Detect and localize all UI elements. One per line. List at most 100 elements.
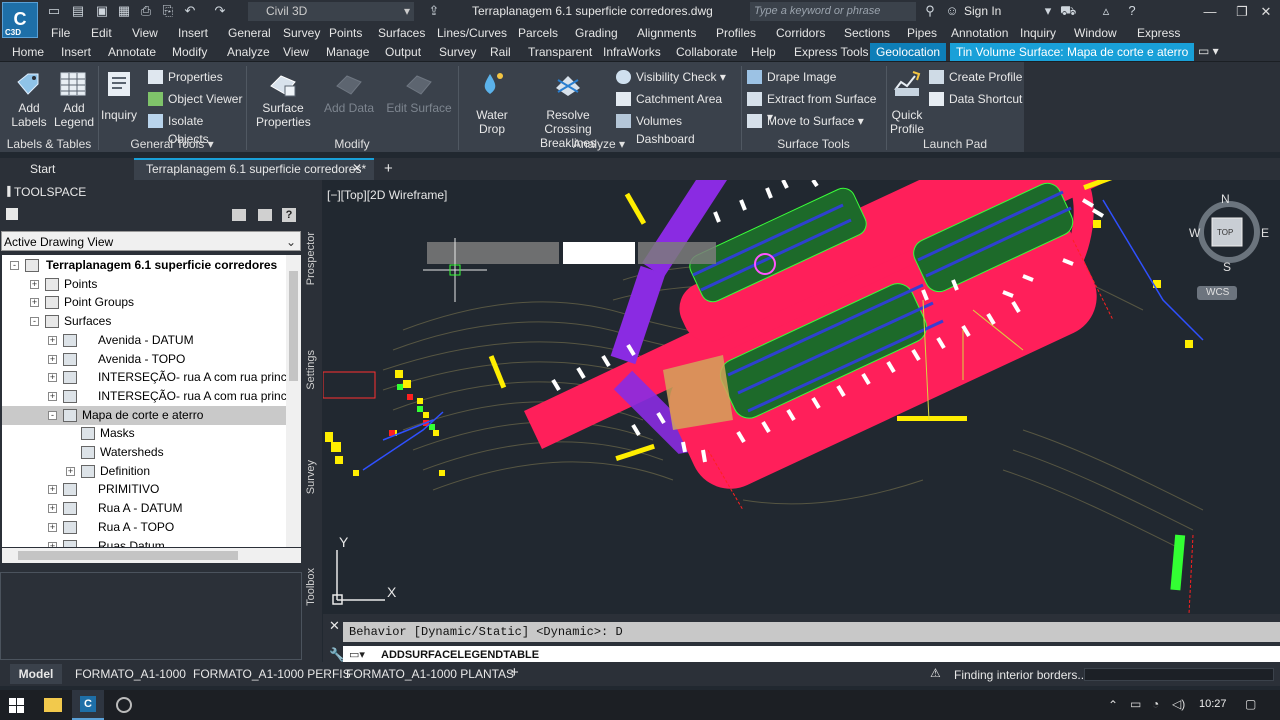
visibility-check-button[interactable]: Visibility Check ▾: [616, 68, 738, 86]
scrollbar-thumb[interactable]: [289, 271, 298, 381]
tab-modify[interactable]: Modify: [172, 45, 207, 59]
menu-annotation[interactable]: Annotation: [951, 26, 1008, 40]
tree-item[interactable]: + Point Groups: [2, 293, 286, 312]
tab-transparent[interactable]: Transparent: [528, 45, 592, 59]
drawing-viewport[interactable]: [−][Top][2D Wireframe] N S E W TOP WCS Y…: [323, 180, 1280, 614]
tab-view[interactable]: View: [283, 45, 309, 59]
windows-start-icon[interactable]: [9, 698, 24, 713]
viewport-controls-label[interactable]: [−][Top][2D Wireframe]: [327, 188, 447, 202]
isolate-objects-button[interactable]: Isolate Objects: [148, 112, 244, 146]
panel-title-labels-tables[interactable]: Labels & Tables: [0, 137, 98, 152]
list-view-icon[interactable]: [258, 209, 272, 221]
layout-tab-perfis[interactable]: FORMATO_A1-1000 PERFIS: [193, 667, 351, 681]
menu-alignments[interactable]: Alignments: [637, 26, 696, 40]
menu-sections[interactable]: Sections: [844, 26, 890, 40]
obs-icon[interactable]: [116, 697, 132, 713]
minimize-button[interactable]: —: [1196, 2, 1224, 21]
add-layout-icon[interactable]: +: [510, 664, 519, 681]
tree-item[interactable]: + PRIMITIVO: [2, 480, 286, 499]
user-icon[interactable]: ☺: [944, 3, 960, 19]
tab-tin-volume-surface[interactable]: Tin Volume Surface: Mapa de corte e ater…: [950, 43, 1195, 61]
tree-item[interactable]: Masks: [2, 424, 286, 443]
tab-annotate[interactable]: Annotate: [108, 45, 156, 59]
app-logo[interactable]: C C3D: [2, 2, 38, 38]
create-profile-button[interactable]: Create Profile: [929, 68, 1023, 86]
chevron-down-icon[interactable]: ▾: [1040, 3, 1056, 19]
edit-surface-button[interactable]: Edit Surface: [386, 68, 452, 132]
save-icon[interactable]: ▣: [94, 3, 110, 19]
expand-icon[interactable]: +: [48, 335, 57, 345]
extract-from-surface-button[interactable]: Extract from Surface ▾: [747, 90, 883, 124]
expand-icon[interactable]: +: [48, 373, 57, 383]
add-labels-button[interactable]: Add Labels: [10, 68, 47, 132]
menu-corridors[interactable]: Corridors: [776, 26, 825, 40]
command-prompt-icon[interactable]: ▭▾: [349, 648, 365, 661]
layout-tab-formato[interactable]: FORMATO_A1-1000: [75, 667, 186, 681]
open-icon[interactable]: ▤: [70, 3, 86, 19]
tab-collaborate[interactable]: Collaborate: [676, 45, 737, 59]
expand-icon[interactable]: +: [48, 522, 57, 532]
quick-profile-button[interactable]: Quick Profile: [888, 68, 926, 136]
tab-express-tools[interactable]: Express Tools: [794, 45, 868, 59]
menu-survey[interactable]: Survey: [283, 26, 320, 40]
exchange-icon[interactable]: ▵: [1098, 3, 1114, 19]
tree-item[interactable]: + Points: [2, 275, 286, 294]
new-tab-icon[interactable]: +: [384, 160, 393, 177]
model-tab[interactable]: Model: [10, 664, 62, 684]
expand-icon[interactable]: +: [48, 504, 57, 514]
add-data-button[interactable]: Add Data: [322, 68, 376, 132]
tab-survey[interactable]: Survey: [439, 45, 476, 59]
workspace-select[interactable]: Civil 3D ▾: [248, 2, 414, 21]
undo-icon[interactable]: ↶: [182, 3, 198, 19]
menu-grading[interactable]: Grading: [575, 26, 618, 40]
active-document-tab[interactable]: Terraplanagem 6.1 superficie corredores*…: [134, 158, 374, 180]
volume-icon[interactable]: ◁): [1172, 697, 1185, 711]
toolspace-icon[interactable]: [6, 208, 18, 220]
tree-item[interactable]: + Definition: [2, 462, 286, 481]
network-icon[interactable]: ◔: [1152, 697, 1159, 711]
share-icon[interactable]: ⇪: [426, 3, 442, 19]
surface-properties-button[interactable]: Surface Properties: [256, 68, 311, 132]
panel-title-surface-tools[interactable]: Surface Tools: [741, 137, 886, 152]
search-input[interactable]: Type a keyword or phrase: [750, 2, 916, 21]
collapse-icon[interactable]: -: [30, 317, 39, 327]
tab-infraworks[interactable]: InfraWorks: [603, 45, 661, 59]
notifications-icon[interactable]: ▢: [1245, 697, 1256, 711]
tab-home[interactable]: Home: [12, 45, 44, 59]
resolve-crossing-breaklines-button[interactable]: Resolve Crossing Breaklines: [524, 68, 612, 150]
object-viewer-button[interactable]: Object Viewer: [148, 90, 244, 108]
menu-general[interactable]: General: [228, 26, 271, 40]
tab-geolocation[interactable]: Geolocation: [870, 43, 947, 61]
tab-settings[interactable]: Settings: [305, 350, 317, 390]
plot-icon[interactable]: ⎙: [138, 3, 154, 19]
scrollbar-thumb[interactable]: [18, 551, 238, 560]
menu-express[interactable]: Express: [1137, 26, 1180, 40]
panel-title-modify[interactable]: Modify: [246, 137, 458, 152]
menu-pipes[interactable]: Pipes: [907, 26, 937, 40]
layout-tab-plantas[interactable]: FORMATO_A1-1000 PLANTAS: [346, 667, 514, 681]
inquiry-button[interactable]: Inquiry: [100, 68, 138, 132]
clock[interactable]: 10:27: [1199, 698, 1227, 710]
water-drop-button[interactable]: Water Drop: [462, 68, 522, 136]
battery-icon[interactable]: ▭: [1130, 697, 1141, 711]
tab-toolbox[interactable]: Toolbox: [305, 568, 317, 606]
expand-icon[interactable]: +: [30, 298, 39, 308]
volumes-dashboard-button[interactable]: Volumes Dashboard: [616, 112, 740, 146]
help-icon[interactable]: ?: [282, 208, 296, 222]
close-button[interactable]: ✕: [1252, 2, 1280, 21]
help-icon[interactable]: ?: [1124, 3, 1140, 19]
sign-in-button[interactable]: Sign In: [964, 4, 1001, 18]
expand-icon[interactable]: +: [48, 485, 57, 495]
tree-horizontal-scrollbar[interactable]: [2, 548, 301, 563]
close-command-icon[interactable]: ✕: [329, 618, 340, 634]
menu-insert[interactable]: Insert: [178, 26, 208, 40]
expand-icon[interactable]: +: [48, 391, 57, 401]
catchment-area-button[interactable]: Catchment Area: [616, 90, 738, 108]
expand-icon[interactable]: +: [48, 541, 57, 547]
panel-title-general-tools[interactable]: General Tools ▾: [98, 137, 246, 152]
menu-view[interactable]: View: [132, 26, 158, 40]
tree-item[interactable]: + INTERSEÇÃO- rua A com rua princi...: [2, 387, 299, 406]
ribbon-toggle-icon[interactable]: ▭ ▾: [1198, 44, 1219, 58]
start-tab[interactable]: Start: [30, 162, 55, 176]
binoculars-icon[interactable]: ⚲: [922, 3, 938, 19]
